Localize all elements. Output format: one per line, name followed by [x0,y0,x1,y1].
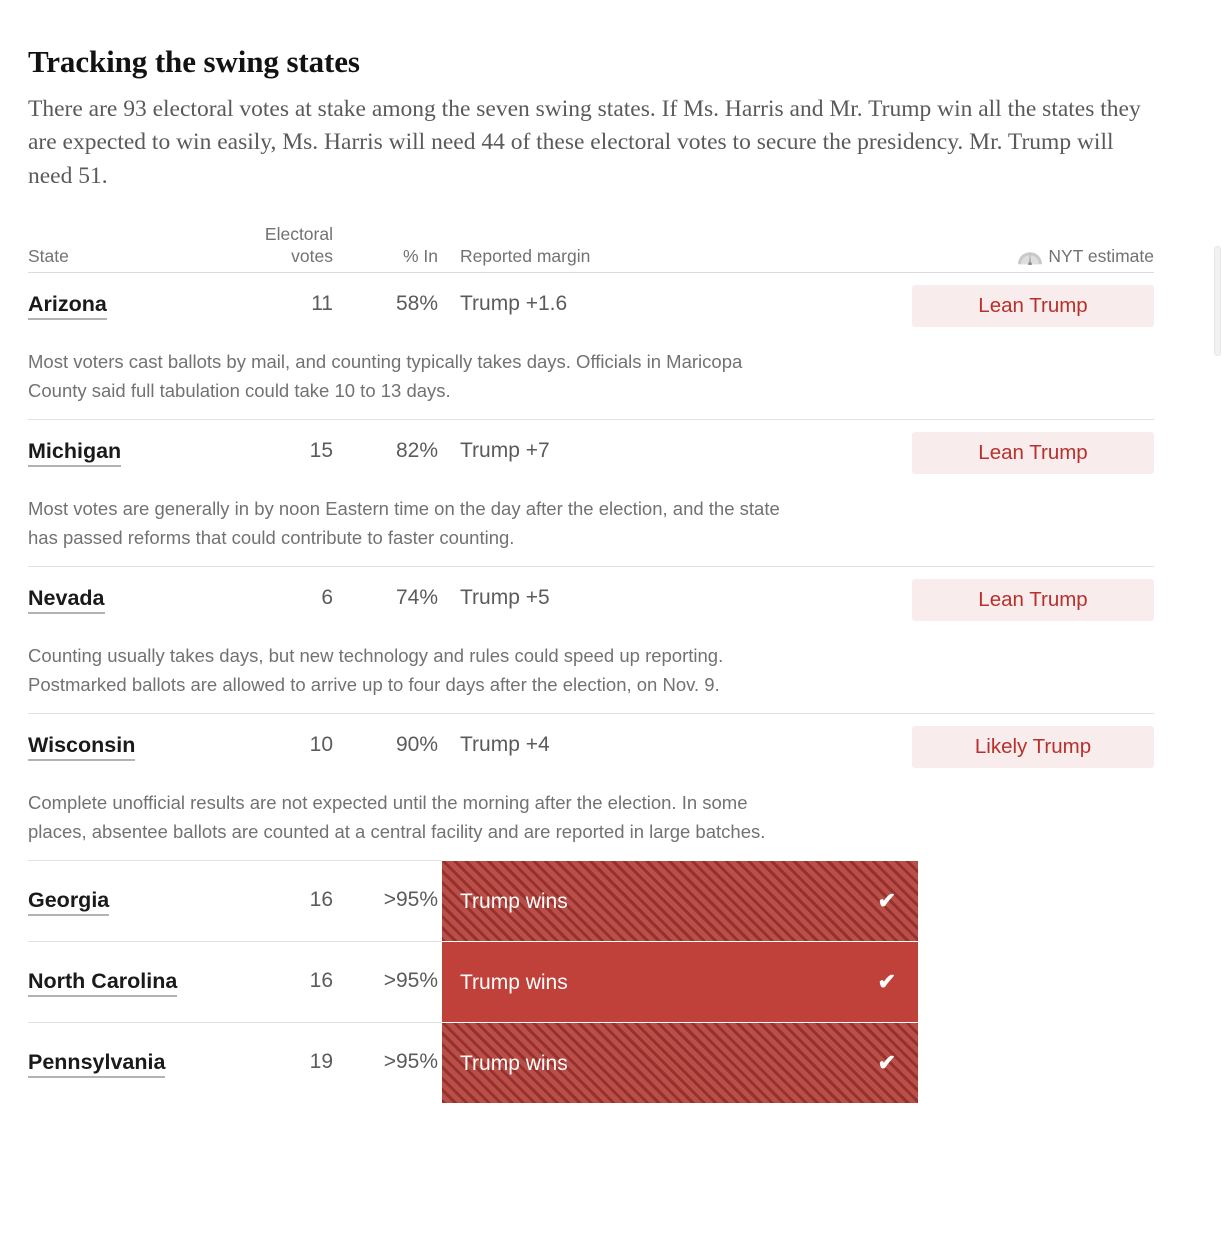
column-header-electoral-votes-line1: Electoral [264,224,333,245]
winner-bar: Trump wins ✔ [442,942,918,1023]
state-cell: Georgia [28,887,110,917]
column-header-state: State [28,246,69,267]
electoral-votes-cell: 10 [309,733,333,757]
gauge-icon [1016,248,1044,266]
status-badge: Lean Trump [912,432,1154,475]
electoral-votes-cell: 16 [309,888,333,912]
column-header-nyt-estimate: NYT estimate [912,245,1154,267]
table-row[interactable]: Wisconsin 10 90% Trump +4 Likely Trump [28,714,1154,778]
swing-states-table: State Electoral votes % In Reported marg… [0,223,1222,1104]
status-badge: Likely Trump [912,726,1154,769]
electoral-votes-cell: 6 [321,586,333,610]
state-link-pennsylvania[interactable]: Pennsylvania [28,1049,166,1079]
state-cell: Michigan [28,438,122,468]
swing-states-page: Tracking the swing states There are 93 e… [0,0,1222,1250]
scrollbar-thumb[interactable] [1214,246,1221,356]
reported-margin-cell: Trump +4 [460,733,550,757]
column-header-electoral-votes-line2: votes [291,246,333,267]
winner-bar: Trump wins ✔ [442,861,918,942]
winner-label: Trump wins [460,889,568,913]
page-scrollbar[interactable] [1213,0,1222,1250]
table-row[interactable]: Arizona 11 58% Trump +1.6 Lean Trump [28,273,1154,337]
percent-in-cell: 90% [395,733,438,757]
column-header-percent-in: % In [402,246,438,267]
percent-in-cell: 82% [395,439,438,463]
check-icon: ✔ [877,969,896,995]
table-row[interactable]: Georgia 16 >95% Trump wins ✔ [28,861,1154,942]
state-note: Counting usually takes days, but new tec… [28,645,724,696]
reported-margin-cell: Trump +5 [460,586,550,610]
reported-margin-cell: Trump +7 [460,439,550,463]
percent-in-cell: >95% [383,969,438,993]
intro-block: Tracking the swing states There are 93 e… [0,0,1222,193]
percent-in-cell: 58% [395,292,438,316]
state-note: Most voters cast ballots by mail, and co… [28,351,743,402]
percent-in-cell: >95% [383,888,438,912]
percent-in-cell: >95% [383,1050,438,1074]
table-row[interactable]: Pennsylvania 19 >95% Trump wins ✔ [28,1023,1154,1104]
column-header-electoral-votes: Electoral votes [238,223,333,267]
electoral-votes-cell: 15 [309,439,333,463]
state-link-nevada[interactable]: Nevada [28,585,105,615]
state-link-wisconsin[interactable]: Wisconsin [28,732,136,762]
column-header-reported-margin: Reported margin [460,246,591,267]
state-cell: Arizona [28,291,107,321]
state-note: Complete unofficial results are not expe… [28,792,766,843]
state-link-michigan[interactable]: Michigan [28,438,122,468]
page-title: Tracking the swing states [28,44,360,79]
state-link-arizona[interactable]: Arizona [28,291,107,321]
winner-label: Trump wins [460,970,568,994]
check-icon: ✔ [877,888,896,914]
state-cell: Nevada [28,585,105,615]
column-header-nyt-estimate-label: NYT estimate [1048,246,1154,267]
state-note: Most votes are generally in by noon East… [28,498,780,549]
electoral-votes-cell: 19 [309,1050,333,1074]
page-standfirst: There are 93 electoral votes at stake am… [28,95,1141,189]
percent-in-cell: 74% [395,586,438,610]
state-link-georgia[interactable]: Georgia [28,887,110,917]
state-cell: Wisconsin [28,732,136,762]
table-row[interactable]: Nevada 6 74% Trump +5 Lean Trump [28,567,1154,631]
status-badge: Lean Trump [912,285,1154,328]
table-row[interactable]: Michigan 15 82% Trump +7 Lean Trump [28,420,1154,484]
table-header-row: State Electoral votes % In Reported marg… [28,223,1154,274]
reported-margin-cell: Trump +1.6 [460,292,568,316]
winner-bar: Trump wins ✔ [442,1023,918,1104]
table-row[interactable]: North Carolina 16 >95% Trump wins ✔ [28,942,1154,1023]
electoral-votes-cell: 16 [309,969,333,993]
check-icon: ✔ [877,1050,896,1076]
state-cell: Pennsylvania [28,1049,166,1079]
state-cell: North Carolina [28,968,178,998]
table-grid: State Electoral votes % In Reported marg… [28,223,1154,1104]
state-link-north-carolina[interactable]: North Carolina [28,968,178,998]
electoral-votes-cell: 11 [311,292,333,316]
status-badge: Lean Trump [912,579,1154,622]
winner-label: Trump wins [460,1051,568,1075]
